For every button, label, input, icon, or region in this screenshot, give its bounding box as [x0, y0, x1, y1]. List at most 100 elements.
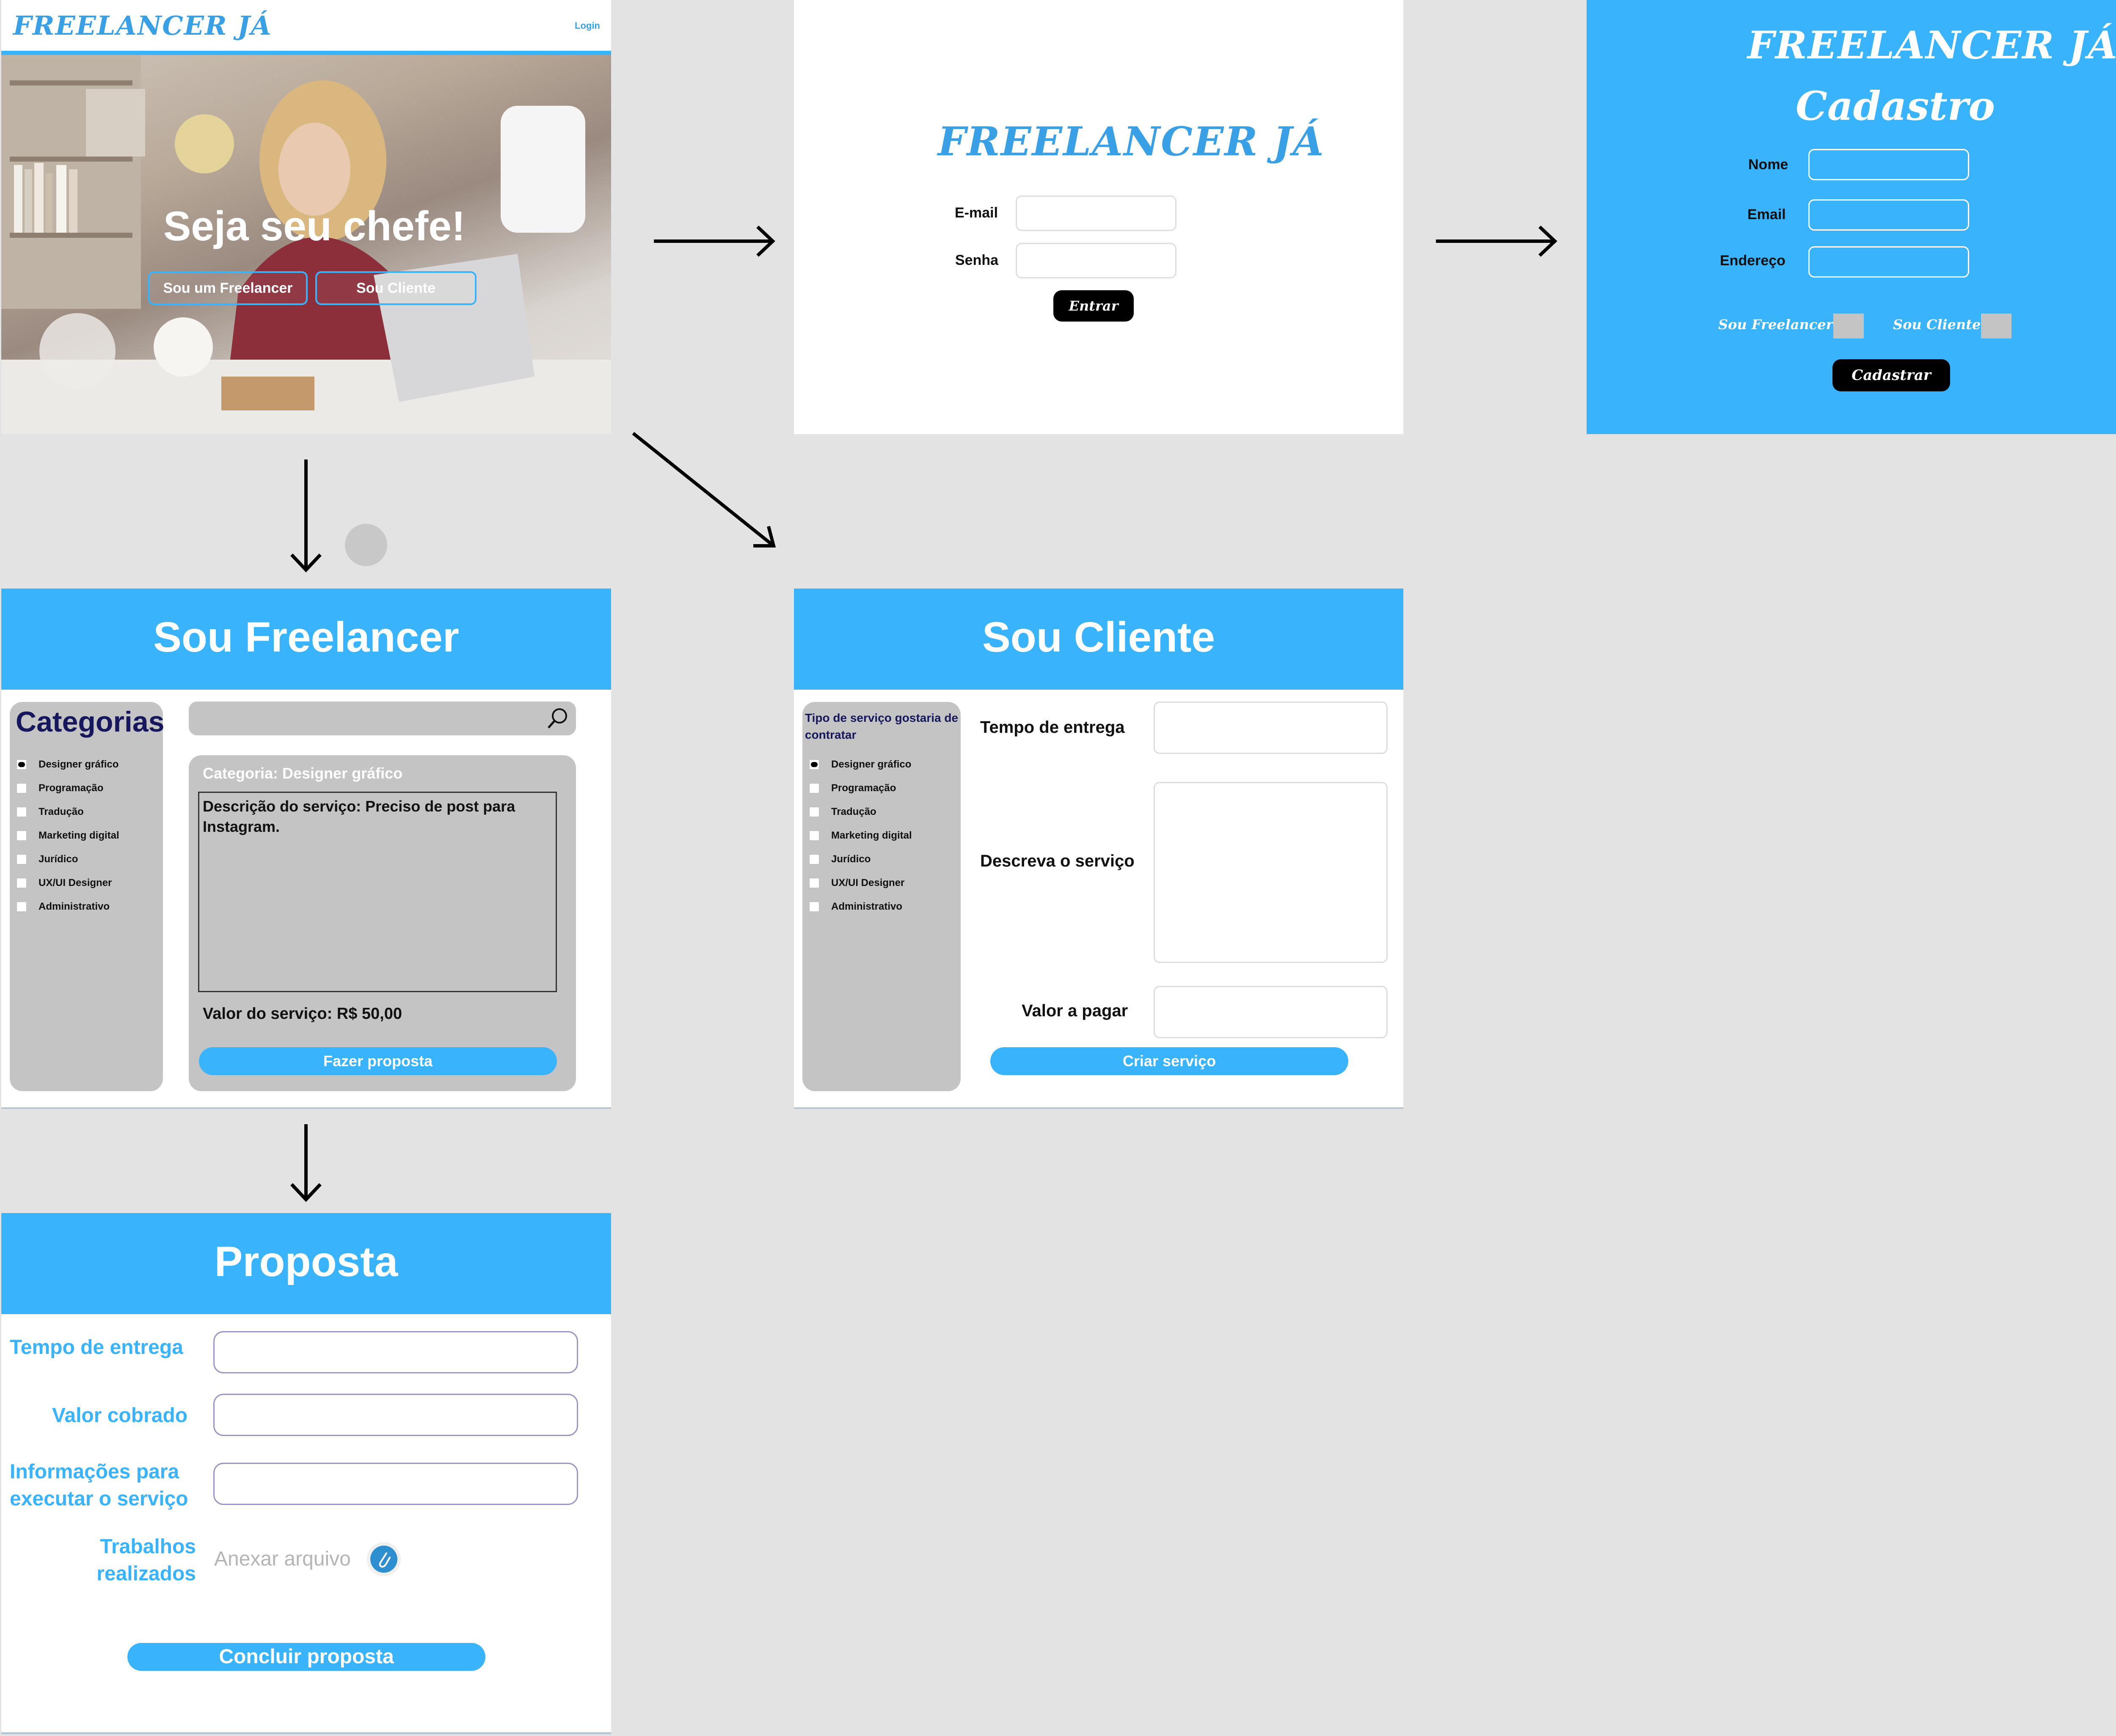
senha-label: Senha: [955, 252, 999, 268]
cliente-screen: Sou Cliente Tipo de serviço gostaria de …: [794, 589, 1403, 1109]
info-label: Informações para executar o serviço: [10, 1458, 188, 1513]
search-bar[interactable]: [189, 702, 576, 735]
cl-category-label: Jurídico: [831, 853, 871, 865]
cadastro-screen: FREELANCER JÁ Cadastro Nome Email Endere…: [1587, 0, 2116, 434]
categories-panel: Categorias Designer gráfico Programação Tr…: [10, 702, 165, 1091]
cl-category-checkbox[interactable]: [809, 759, 819, 770]
proposta-header-title: Proposta: [214, 1238, 398, 1285]
fl-category-checkbox[interactable]: [17, 807, 27, 817]
endereco-field[interactable]: [1808, 246, 1969, 278]
freelancer-screen: Sou Freelancer Categorias Designer gráfi…: [1, 589, 611, 1109]
fazer-proposta-button[interactable]: Fazer proposta: [199, 1047, 557, 1075]
cl-category-checkbox[interactable]: [809, 878, 819, 888]
opt-freelancer-checkbox[interactable]: [1833, 314, 1864, 338]
senha-field[interactable]: [1016, 243, 1176, 278]
fl-category-label: Jurídico: [39, 853, 78, 865]
cl-category-label: Designer gráfico: [831, 759, 912, 770]
tempo-label-proposta: Tempo de entrega: [10, 1336, 183, 1359]
cl-category-checkbox[interactable]: [809, 902, 819, 912]
email-label: E-mail: [955, 205, 998, 221]
fl-category-checkbox[interactable]: [17, 831, 27, 841]
descreva-label: Descreva o serviço: [980, 852, 1135, 870]
cl-category-label: Tradução: [831, 806, 876, 817]
cadastro-title: Cadastro: [1796, 83, 1995, 129]
cl-category-checkbox[interactable]: [809, 807, 819, 817]
tempo-label-cliente: Tempo de entrega: [980, 718, 1125, 737]
trabalhos-label-line2: realizados: [96, 1563, 196, 1585]
fl-category-checkbox[interactable]: [17, 783, 27, 793]
fl-category-label: Programação: [39, 782, 104, 794]
cl-category-label: Programação: [831, 782, 896, 794]
info-label-line2: executar o serviço: [10, 1488, 188, 1510]
endereco-label: Endereço: [1720, 253, 1785, 269]
fl-category-label: Tradução: [39, 806, 84, 817]
opt-freelancer-label: Sou Freelancer: [1718, 316, 1833, 333]
cl-category-checkbox[interactable]: [809, 783, 819, 793]
home-logo: FREELANCER JÁ: [13, 10, 272, 41]
attach-placeholder[interactable]: Anexar arquivo: [214, 1547, 351, 1571]
fl-category-checkbox[interactable]: [17, 902, 27, 912]
freelancer-button[interactable]: Sou um Freelancer: [148, 271, 308, 305]
arrow-home-to-login: [654, 226, 775, 257]
arrow-login-to-cadastro: [1436, 226, 1557, 257]
cl-category-label: Administrativo: [831, 901, 903, 912]
tempo-field-proposta[interactable]: [213, 1331, 578, 1373]
fl-category-label: Administrativo: [39, 901, 110, 912]
info-field-proposta[interactable]: [213, 1463, 578, 1505]
trabalhos-label-line1: Trabalhos: [100, 1535, 196, 1558]
cliente-button-label: Sou Cliente: [356, 280, 436, 296]
fl-category-checkbox-checked-mark: [18, 762, 25, 767]
card-category: Categoria: Designer gráfico: [203, 765, 403, 782]
drag-handle-dot[interactable]: [345, 524, 387, 566]
card-description: Descrição do serviço: Preciso de post pa…: [203, 798, 515, 835]
nome-field[interactable]: [1808, 149, 1969, 180]
cadastro-logo: FREELANCER JÁ: [1747, 23, 2116, 68]
entrar-button[interactable]: Entrar: [1053, 290, 1134, 322]
cadastrar-button[interactable]: Cadastrar: [1832, 359, 1950, 391]
arrow-freelancer-to-proposta: [290, 1124, 322, 1202]
cl-category-checkbox[interactable]: [809, 831, 819, 841]
attach-icon[interactable]: [367, 1542, 401, 1576]
card-description-box: Descrição do serviço: Preciso de post pa…: [198, 792, 557, 992]
card-value: Valor do serviço: R$ 50,00: [203, 1005, 402, 1023]
email-field-cadastro[interactable]: [1808, 199, 1969, 231]
cliente-header-title: Sou Cliente: [982, 614, 1215, 661]
concluir-proposta-button[interactable]: Concluir proposta: [127, 1643, 485, 1671]
email-label-cadastro: Email: [1747, 206, 1786, 223]
fl-category-label: Designer gráfico: [39, 759, 119, 770]
nome-label: Nome: [1748, 157, 1788, 173]
cl-category-label: Marketing digital: [831, 830, 912, 841]
categories-title: Categorias: [16, 706, 165, 738]
criar-servico-button[interactable]: Criar serviço: [990, 1047, 1348, 1075]
trabalhos-label: Trabalhos realizados: [90, 1533, 196, 1587]
freelancer-header: Sou Freelancer: [1, 589, 611, 690]
login-link[interactable]: Login: [575, 20, 600, 31]
valor-field-cliente[interactable]: [1154, 986, 1388, 1038]
header-underline: [1, 51, 611, 55]
fl-category-checkbox[interactable]: [17, 878, 27, 888]
arrow-home-to-freelancer: [290, 459, 322, 572]
tipo-servico-panel: Tipo de serviço gostaria de contratar De…: [802, 702, 961, 1091]
valor-label-proposta: Valor cobrado: [52, 1404, 188, 1427]
descreva-field[interactable]: [1154, 782, 1388, 963]
service-card: Categoria: Designer gráfico Descrição do…: [189, 755, 576, 1091]
valor-label-cliente: Valor a pagar: [1022, 1001, 1128, 1020]
search-icon[interactable]: [544, 706, 570, 731]
cliente-header: Sou Cliente: [794, 589, 1403, 690]
fl-category-checkbox[interactable]: [17, 759, 27, 770]
home-screen: FREELANCER JÁ Login Seja seu chefe! Sou …: [1, 0, 611, 434]
arrow-home-to-cliente: [632, 432, 776, 547]
login-logo: FREELANCER JÁ: [938, 118, 1325, 165]
fl-category-checkbox[interactable]: [17, 854, 27, 864]
fl-category-label: Marketing digital: [39, 830, 119, 841]
opt-cliente-checkbox[interactable]: [1981, 314, 2011, 338]
cl-category-checkbox[interactable]: [809, 854, 819, 864]
valor-field-proposta[interactable]: [213, 1394, 578, 1436]
cl-category-checkbox-checked-mark: [811, 762, 818, 767]
login-screen: FREELANCER JÁ E-mail Senha Entrar: [794, 0, 1403, 434]
tempo-field-cliente[interactable]: [1154, 702, 1388, 754]
fl-category-label: UX/UI Designer: [39, 877, 112, 889]
email-field[interactable]: [1016, 195, 1176, 231]
cliente-button[interactable]: Sou Cliente: [315, 271, 477, 305]
info-label-line1: Informações para: [10, 1461, 179, 1483]
